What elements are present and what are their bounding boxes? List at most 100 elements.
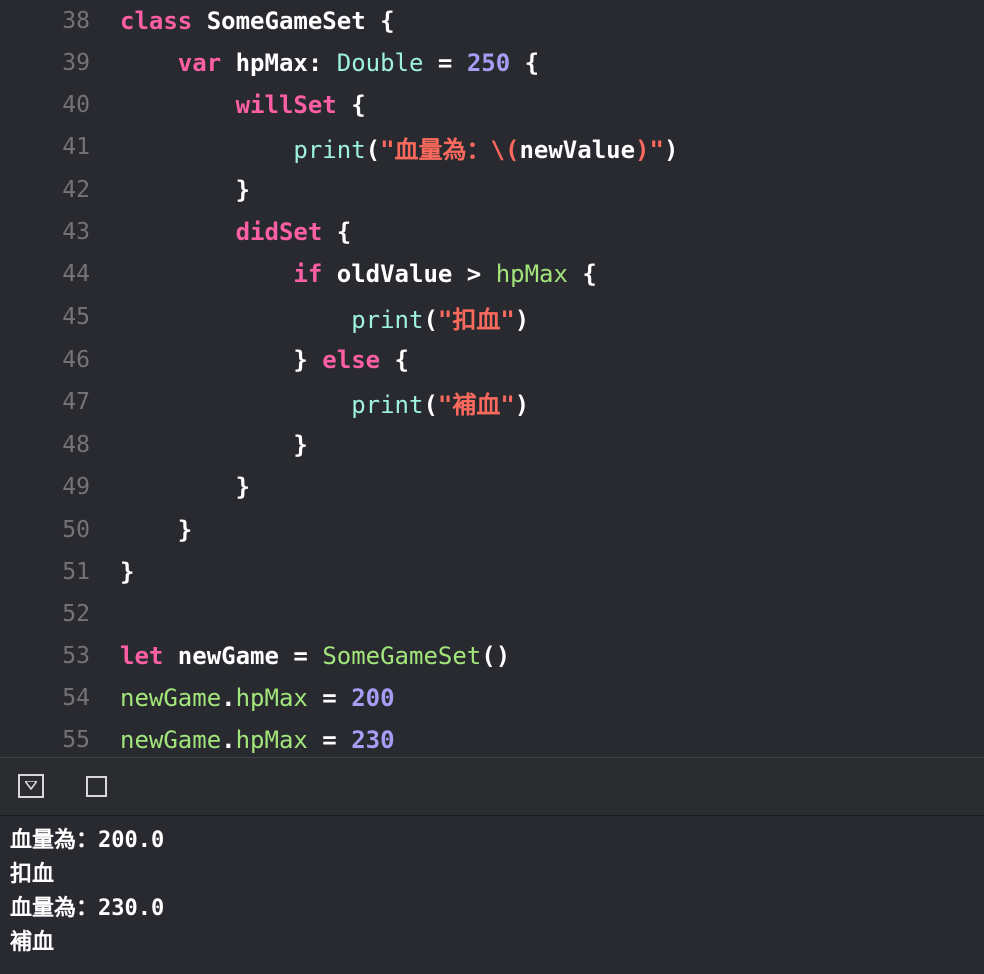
code-line[interactable]: 39 var hpMax: Double = 250 {	[0, 42, 984, 84]
console-line: 血量為：230.0	[10, 896, 165, 921]
code-token: )	[514, 305, 530, 334]
code-line[interactable]: 52	[0, 593, 984, 635]
code-text[interactable]: } else {	[120, 346, 409, 374]
code-line[interactable]: 54 newGame.hpMax = 200	[0, 677, 984, 719]
code-line[interactable]: 43 didSet {	[0, 211, 984, 253]
line-number: 39	[62, 50, 90, 76]
code-token: newGame	[120, 684, 222, 712]
code-line[interactable]: 55 newGame.hpMax = 230	[0, 719, 984, 757]
code-token: {	[380, 346, 409, 374]
code-line[interactable]: 45 print("扣血")	[0, 296, 984, 338]
code-token: }	[120, 516, 193, 544]
code-line[interactable]: 44 if oldValue > hpMax {	[0, 253, 984, 295]
code-token: {	[567, 260, 597, 288]
code-token: ()	[481, 642, 511, 670]
code-token: {	[336, 91, 366, 119]
code-token: print	[351, 305, 424, 334]
console-line: 扣血	[10, 862, 55, 887]
line-number: 38	[62, 8, 90, 34]
code-editor[interactable]: 38 class SomeGameSet { 39 var hpMax: Doubl…	[0, 0, 984, 757]
code-token: }	[120, 431, 308, 459]
line-number: 52	[62, 601, 90, 627]
code-token: "血量為：\(	[380, 135, 520, 164]
code-line[interactable]: 41 print("血量為：\(newValue)")	[0, 126, 984, 168]
code-text[interactable]: print("血量為：\(newValue)")	[120, 130, 678, 165]
code-token: 230	[351, 726, 395, 754]
code-line[interactable]: 53 let newGame = SomeGameSet()	[0, 635, 984, 677]
code-text[interactable]: }	[120, 431, 308, 459]
code-token: .	[221, 684, 236, 712]
code-token: }	[120, 473, 251, 501]
code-token: }	[120, 558, 135, 586]
code-token: newValue	[519, 135, 636, 164]
code-line[interactable]: 50 }	[0, 509, 984, 551]
code-line[interactable]: 48 }	[0, 424, 984, 466]
code-token: 200	[351, 684, 395, 712]
code-line[interactable]: 47 print("補血")	[0, 381, 984, 423]
code-token: {	[510, 49, 540, 77]
code-text[interactable]: print("補血")	[120, 385, 529, 420]
code-token: else	[322, 346, 381, 374]
code-line[interactable]: 46 } else {	[0, 339, 984, 381]
hide-debug-area-button[interactable]	[18, 774, 44, 798]
line-number: 47	[62, 389, 90, 415]
code-line[interactable]: 38 class SomeGameSet {	[0, 0, 984, 42]
line-number: 46	[62, 347, 90, 373]
code-token: }	[120, 346, 323, 374]
debug-bar	[0, 757, 984, 817]
code-token: =	[307, 726, 352, 754]
code-line[interactable]: 42 }	[0, 169, 984, 211]
code-token: Double	[336, 49, 424, 77]
triangle-down-icon	[25, 781, 37, 790]
line-number: 42	[62, 177, 90, 203]
code-line[interactable]: 51}	[0, 551, 984, 593]
line-number: 40	[62, 92, 90, 118]
square-button[interactable]	[86, 776, 107, 797]
code-token: =	[307, 684, 352, 712]
code-line[interactable]: 40 willSet {	[0, 84, 984, 126]
line-number: 49	[62, 474, 90, 500]
code-token: (	[423, 305, 438, 334]
code-token: 250	[466, 49, 511, 77]
line-number: 50	[62, 517, 90, 543]
code-token: newGame	[120, 726, 222, 754]
code-text[interactable]: }	[120, 558, 134, 586]
code-token: SomeGameSet {	[192, 7, 395, 35]
line-number: 55	[62, 727, 90, 753]
code-token: (	[423, 390, 438, 419]
code-text[interactable]: }	[120, 176, 250, 204]
code-token: )	[514, 390, 530, 419]
line-number: 48	[62, 432, 90, 458]
code-text[interactable]: var hpMax: Double = 250 {	[120, 49, 539, 77]
code-line[interactable]: 49 }	[0, 466, 984, 508]
code-token: .	[221, 726, 236, 754]
code-token: hpMax	[235, 684, 308, 712]
console-line: 血量為：200.0	[10, 828, 165, 853]
code-text[interactable]: }	[120, 473, 250, 501]
code-text[interactable]: newGame.hpMax = 230	[120, 726, 395, 754]
code-token: class	[120, 7, 193, 35]
code-text[interactable]: let newGame = SomeGameSet()	[120, 642, 510, 670]
code-token: willSet	[235, 91, 337, 119]
code-text[interactable]: print("扣血")	[120, 300, 529, 335]
code-token: let	[120, 642, 164, 670]
code-text[interactable]: }	[120, 516, 192, 544]
code-token: hpMax:	[221, 49, 337, 77]
code-token: =	[423, 49, 467, 77]
code-text[interactable]: class SomeGameSet {	[120, 7, 395, 35]
line-number: 44	[62, 261, 90, 287]
code-token: )	[663, 135, 679, 164]
code-token: newGame =	[163, 642, 323, 670]
code-token: (	[365, 135, 381, 164]
code-token: print	[351, 390, 424, 419]
code-token: didSet	[235, 218, 323, 246]
code-text[interactable]: willSet {	[120, 91, 366, 119]
code-text[interactable]: didSet {	[120, 218, 352, 246]
code-text[interactable]: if oldValue > hpMax {	[120, 260, 597, 288]
code-text[interactable]: newGame.hpMax = 200	[120, 684, 395, 712]
